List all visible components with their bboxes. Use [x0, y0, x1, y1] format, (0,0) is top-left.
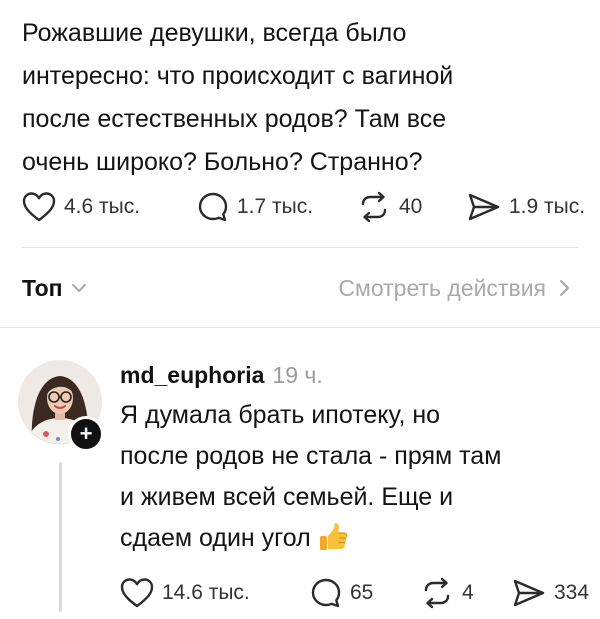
comment-action-bar: 14.6 тыс. 65 4 334	[120, 573, 600, 613]
comment-share-count: 334	[554, 581, 590, 604]
repost-icon	[361, 191, 387, 223]
divider	[22, 247, 578, 248]
post-text-line: очень широко? Больно? Странно?	[22, 148, 423, 176]
comment-text: Я думала брать ипотеку, но после родов н…	[120, 395, 590, 559]
chevron-down-icon	[71, 284, 86, 292]
thumbs-up-emoji	[319, 523, 348, 550]
comment-reply-button[interactable]: 65	[310, 573, 373, 613]
view-activity-link[interactable]: Смотреть действия	[338, 268, 570, 308]
send-icon	[468, 193, 500, 221]
speech-bubble-icon	[311, 578, 341, 608]
heart-icon	[120, 578, 154, 608]
chevron-right-icon	[559, 279, 570, 297]
reply-count: 1.7 тыс.	[237, 195, 314, 218]
comment-share-button[interactable]: 334	[512, 573, 589, 613]
comment-repost-button[interactable]: 4	[420, 573, 474, 613]
send-icon	[513, 579, 545, 607]
heart-icon	[22, 192, 56, 222]
like-count: 4.6 тыс.	[64, 195, 141, 218]
post-text-line: Рожавшие девушки, всегда было	[22, 19, 407, 47]
follow-button[interactable]: +	[68, 416, 104, 452]
comment-repost-count: 4	[462, 581, 474, 604]
share-button[interactable]: 1.9 тыс.	[467, 187, 585, 227]
comment-text-line: и живем всей семьей. Еще и	[120, 483, 454, 511]
share-count: 1.9 тыс.	[509, 195, 586, 218]
post-text-line: после естественных родов? Там все	[22, 105, 447, 133]
post-text-line: интересно: что происходит с вагиной	[22, 62, 454, 90]
post-action-bar: 4.6 тыс. 1.7 тыс. 40 1.9 тыс.	[22, 187, 600, 227]
sort-dropdown[interactable]: Топ	[22, 268, 87, 308]
plus-icon: +	[79, 421, 93, 446]
repost-count: 40	[399, 195, 423, 218]
reply-button[interactable]: 1.7 тыс.	[197, 187, 313, 227]
comment-text-line: сдаем один угол	[120, 524, 311, 552]
repost-button[interactable]: 40	[357, 187, 422, 227]
comment-text-line: после родов не стала - прям там	[120, 442, 502, 470]
comment-like-button[interactable]: 14.6 тыс.	[120, 573, 250, 613]
sort-label: Топ	[22, 274, 63, 301]
comment-header: md_euphoria 19 ч.	[120, 355, 323, 395]
repost-icon	[424, 577, 450, 609]
timestamp: 19 ч.	[272, 361, 323, 388]
divider	[0, 327, 600, 328]
thread-line	[59, 462, 62, 612]
comment-text-line: Я думала брать ипотеку, но	[120, 401, 441, 429]
comment-like-count: 14.6 тыс.	[162, 581, 250, 604]
sort-bar: Топ Смотреть действия	[22, 268, 570, 308]
comment-text-line-with-emoji: сдаем один угол	[120, 518, 590, 559]
comment-reply-count: 65	[350, 581, 374, 604]
post-text: Рожавшие девушки, всегда было интересно:…	[22, 12, 582, 184]
speech-bubble-icon	[198, 192, 228, 222]
view-activity-label: Смотреть действия	[338, 274, 546, 301]
username[interactable]: md_euphoria	[120, 362, 264, 389]
like-button[interactable]: 4.6 тыс.	[22, 187, 140, 227]
